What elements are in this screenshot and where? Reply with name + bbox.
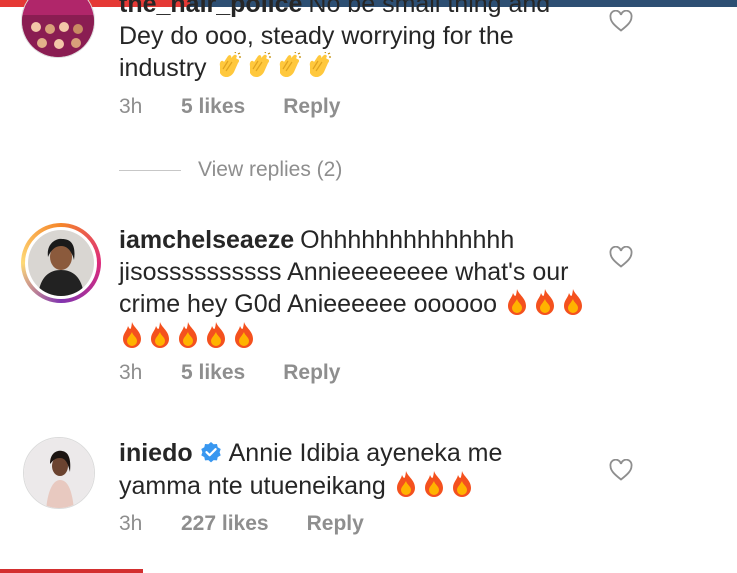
clap-emoji — [279, 52, 301, 78]
verified-badge-icon — [200, 442, 221, 463]
view-replies-label: View replies (2) — [198, 158, 343, 181]
avatar[interactable] — [21, 0, 95, 58]
avatar-image — [22, 0, 94, 57]
avatar-image — [28, 230, 94, 296]
reply-button[interactable]: Reply — [307, 512, 364, 536]
clap-emoji — [309, 52, 331, 78]
comment-time: 3h — [119, 361, 143, 384]
bottom-progress-bar — [0, 569, 143, 573]
likes-count[interactable]: 227 likes — [181, 512, 269, 536]
fire-emoji — [536, 289, 555, 315]
comment-meta: 3h 227 likes Reply — [119, 512, 364, 536]
heart-outline-icon[interactable] — [609, 246, 633, 268]
fire-emoji — [564, 289, 583, 315]
comment-meta: 3h 5 likes Reply — [119, 361, 340, 385]
clap-emoji — [249, 52, 271, 78]
heart-outline-icon[interactable] — [609, 459, 633, 481]
fire-emoji — [151, 321, 169, 348]
likes-count[interactable]: 5 likes — [181, 361, 245, 385]
avatar-image — [24, 438, 94, 508]
fire-emoji — [508, 289, 527, 315]
fire-emoji — [179, 321, 197, 348]
likes-count[interactable]: 5 likes — [181, 95, 245, 119]
clap-emoji — [219, 52, 241, 78]
reply-button[interactable]: Reply — [283, 361, 340, 385]
avatar[interactable] — [21, 223, 101, 303]
avatar[interactable] — [23, 437, 95, 509]
divider-line — [119, 169, 181, 171]
comment-emojis — [214, 52, 334, 82]
comment-username[interactable]: iniedo — [119, 439, 193, 467]
fire-emoji — [396, 470, 415, 497]
view-replies-button[interactable]: View replies (2) — [119, 158, 342, 182]
fire-emoji — [235, 321, 253, 348]
fire-emoji — [207, 321, 225, 348]
fire-emoji — [452, 470, 471, 497]
fire-emoji — [123, 321, 141, 348]
reply-button[interactable]: Reply — [283, 95, 340, 119]
comment-emojis — [393, 470, 477, 500]
fire-emoji — [424, 470, 443, 497]
heart-outline-icon[interactable] — [609, 10, 633, 32]
comment-time: 3h — [119, 512, 143, 535]
comment-username[interactable]: the_hair_police — [119, 0, 302, 18]
comment-username[interactable]: iamchelseaeze — [119, 226, 294, 254]
comment-time: 3h — [119, 95, 143, 118]
comment-meta: 3h 5 likes Reply — [119, 95, 340, 119]
